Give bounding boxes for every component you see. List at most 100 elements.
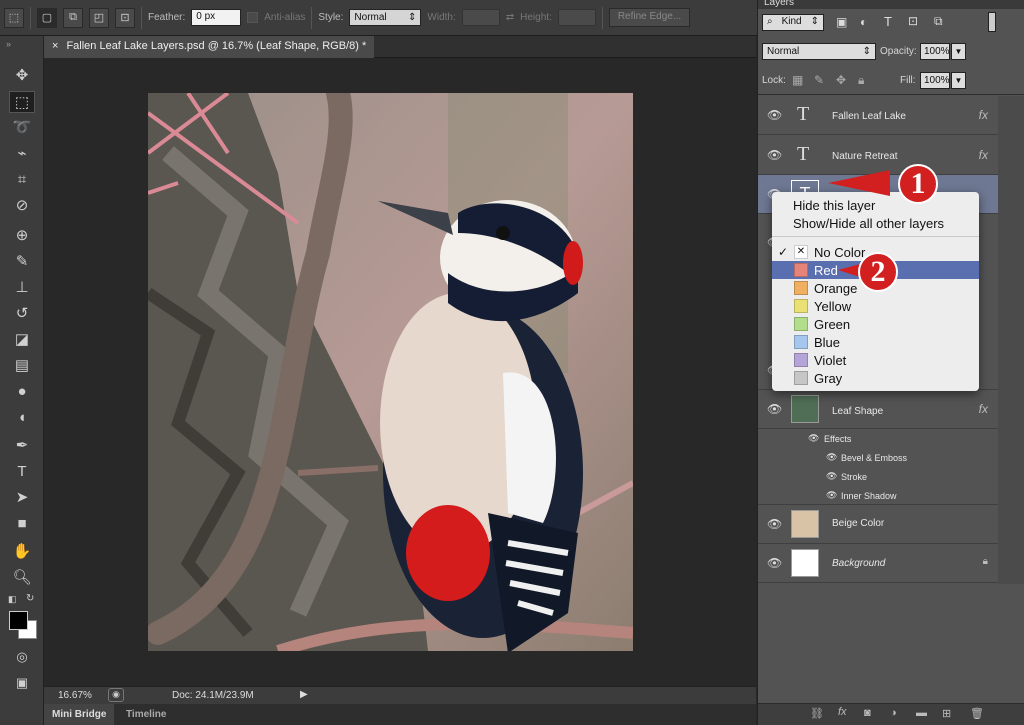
new-selection-icon[interactable]: ▢	[37, 7, 57, 28]
move-tool-icon[interactable]: ✥	[9, 64, 35, 86]
collapse-icon[interactable]: »	[6, 39, 11, 49]
hand-tool-icon[interactable]: ✋	[9, 540, 35, 562]
tab-timeline[interactable]: Timeline	[118, 704, 174, 725]
adjustment-filter-icon[interactable]: ◐	[860, 15, 867, 29]
layer-name[interactable]: Beige Color	[832, 518, 884, 529]
visibility-eye-icon[interactable]: 👁︎	[767, 402, 782, 416]
type-filter-icon[interactable]: T	[884, 14, 892, 29]
screen-mode-icon[interactable]: ▣	[9, 672, 35, 694]
shape-filter-icon[interactable]: ⊡	[908, 14, 918, 28]
swap-colors-icon[interactable]: ↻	[26, 593, 34, 604]
layer-name[interactable]: Leaf Shape	[832, 406, 883, 417]
menu-color-gray[interactable]: Gray	[772, 369, 979, 387]
layer-name[interactable]: Background	[832, 558, 885, 569]
menu-color-yellow[interactable]: Yellow	[772, 297, 979, 315]
close-tab-icon[interactable]: ×	[52, 40, 58, 54]
crop-tool-icon[interactable]: ⌗	[9, 168, 35, 190]
brush-tool-icon[interactable]: ✎	[9, 250, 35, 272]
eyedropper-tool-icon[interactable]: ⊘	[9, 194, 35, 216]
quick-mask-icon[interactable]: ◎	[9, 646, 35, 668]
new-group-icon[interactable]: ▬	[916, 707, 927, 719]
effect-eye-icon[interactable]: 👁︎	[826, 490, 837, 501]
effect-stroke[interactable]: Stroke	[841, 472, 867, 482]
height-input[interactable]	[557, 9, 596, 26]
marquee-preset-icon[interactable]: ⬚	[4, 7, 24, 28]
opacity-dropdown-icon[interactable]: ▼	[951, 43, 966, 60]
pen-tool-icon[interactable]: ✒	[9, 434, 35, 456]
kind-filter-select[interactable]: ⌕ Kind ⇕	[762, 14, 824, 31]
lock-transparent-icon[interactable]: ▦	[792, 73, 803, 87]
tab-mini-bridge[interactable]: Mini Bridge	[44, 704, 115, 725]
fx-icon[interactable]: fx	[979, 148, 988, 162]
subtract-selection-icon[interactable]: ◰	[89, 7, 109, 28]
panel-title[interactable]: Layers	[764, 0, 794, 8]
dodge-tool-icon[interactable]: ◖	[9, 406, 35, 428]
add-mask-icon[interactable]: ◙	[864, 707, 871, 719]
fx-icon[interactable]: fx	[979, 108, 988, 122]
layer-row-fallen-leaf-lake[interactable]: 👁︎ T Fallen Leaf Lake fx	[758, 96, 998, 135]
delete-layer-icon[interactable]: 🗑︎	[970, 707, 984, 720]
menu-color-violet[interactable]: Violet	[772, 351, 979, 369]
clone-stamp-tool-icon[interactable]: ⊥	[9, 276, 35, 298]
default-colors-icon[interactable]: ◧	[8, 594, 17, 605]
gradient-tool-icon[interactable]: ▤	[9, 354, 35, 376]
document-tab[interactable]: × Fallen Leaf Lake Layers.psd @ 16.7% (L…	[44, 36, 375, 58]
zoom-tool-icon[interactable]: 🔍︎	[9, 566, 35, 588]
effect-bevel-emboss[interactable]: Bevel & Emboss	[841, 453, 907, 463]
effect-inner-shadow[interactable]: Inner Shadow	[841, 491, 897, 501]
effect-eye-icon[interactable]: 👁︎	[826, 471, 837, 482]
status-arrow-icon[interactable]: ▶	[300, 689, 308, 700]
layers-scrollbar[interactable]	[998, 96, 1024, 584]
visibility-eye-icon[interactable]: 👁︎	[767, 108, 782, 122]
kind-label: Kind	[781, 16, 802, 27]
adjustment-layer-icon[interactable]: ◑	[890, 707, 897, 719]
layer-row-leaf-shape[interactable]: 👁︎ Leaf Shape fx	[758, 390, 998, 429]
pixel-filter-icon[interactable]: ▣	[836, 15, 847, 29]
effects-eye-icon[interactable]: 👁︎	[808, 433, 819, 444]
width-input[interactable]	[461, 9, 500, 26]
woodpecker-photo[interactable]	[148, 93, 633, 651]
fill-dropdown-icon[interactable]: ▼	[951, 72, 966, 89]
menu-color-blue[interactable]: Blue	[772, 333, 979, 351]
zoom-level[interactable]: 16.67%	[58, 690, 92, 701]
lasso-tool-icon[interactable]: ➰	[9, 116, 35, 138]
healing-brush-tool-icon[interactable]: ⊕	[9, 224, 35, 246]
lock-position-icon[interactable]: ✥	[836, 73, 846, 87]
add-selection-icon[interactable]: ⧉	[63, 7, 83, 28]
foreground-color-swatch[interactable]	[9, 611, 28, 630]
fill-input[interactable]: 100%	[920, 72, 950, 89]
smart-filter-icon[interactable]: ⧉	[934, 14, 943, 29]
status-menu-icon[interactable]: ◉	[108, 688, 124, 702]
eraser-tool-icon[interactable]: ◪	[9, 328, 35, 350]
add-style-icon[interactable]: fx	[838, 706, 847, 718]
visibility-eye-icon[interactable]: 👁︎	[767, 517, 782, 531]
intersect-selection-icon[interactable]: ⊡	[115, 7, 135, 28]
new-layer-icon[interactable]: ⊞	[942, 707, 951, 720]
layer-row-background[interactable]: 👁︎ Background 🔒︎	[758, 544, 998, 583]
blend-mode-select[interactable]: Normal ⇕	[762, 43, 876, 60]
blur-tool-icon[interactable]: ●	[9, 380, 35, 402]
type-tool-icon[interactable]: T	[9, 460, 35, 482]
layer-row-beige-color[interactable]: 👁︎ Beige Color	[758, 505, 998, 544]
path-selection-tool-icon[interactable]: ➤	[9, 486, 35, 508]
lock-all-icon[interactable]: 🔒︎	[858, 73, 864, 88]
feather-input[interactable]: 0 px	[191, 9, 242, 26]
visibility-eye-icon[interactable]: 👁︎	[767, 148, 782, 162]
menu-color-green[interactable]: Green	[772, 315, 979, 333]
shape-tool-icon[interactable]: ■	[9, 512, 35, 534]
history-brush-tool-icon[interactable]: ↺	[9, 302, 35, 324]
layer-name[interactable]: Fallen Leaf Lake	[832, 111, 906, 122]
visibility-eye-icon[interactable]: 👁︎	[767, 556, 782, 570]
link-layers-icon[interactable]: ⛓	[810, 707, 824, 720]
antialias-checkbox[interactable]	[247, 12, 259, 23]
quick-selection-tool-icon[interactable]: ⌁	[9, 142, 35, 164]
effect-eye-icon[interactable]: 👁︎	[826, 452, 837, 463]
refine-edge-button[interactable]: Refine Edge...	[608, 8, 691, 27]
fx-icon[interactable]: fx	[979, 402, 988, 416]
opacity-input[interactable]: 100%	[920, 43, 950, 60]
marquee-tool-icon[interactable]: ⬚	[9, 91, 35, 113]
filter-toggle[interactable]	[988, 12, 996, 32]
style-select[interactable]: Normal ⇕	[349, 9, 422, 26]
swap-icon[interactable]: ⇄	[506, 12, 514, 23]
lock-image-icon[interactable]: ✎	[814, 73, 824, 87]
